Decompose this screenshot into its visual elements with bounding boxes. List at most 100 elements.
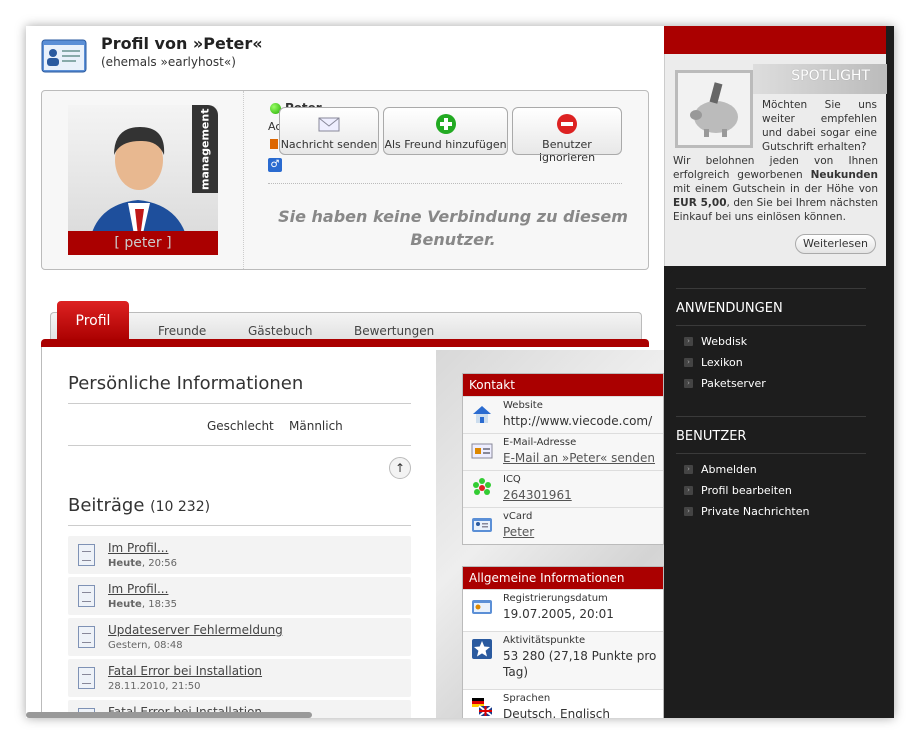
contact-email-row: E-Mail-Adresse E-Mail an »Peter« senden bbox=[463, 433, 663, 470]
divider bbox=[676, 453, 866, 454]
tab-profile[interactable]: Profil bbox=[57, 301, 129, 341]
spotlight-text-2: Wir belohnen jeden von Ihnen erfolgreich… bbox=[673, 155, 878, 223]
website-link[interactable]: http://www.viecode.com/ bbox=[503, 413, 663, 429]
registration-row: Registrierungsdatum 19.07.2005, 20:01 bbox=[463, 589, 663, 631]
post-title-link[interactable]: Im Profil... bbox=[108, 582, 168, 596]
scroll-top-button[interactable]: ↑ bbox=[389, 457, 411, 479]
divider bbox=[676, 288, 866, 289]
divider bbox=[68, 525, 411, 526]
posts-title: Beiträge (10 232) bbox=[68, 495, 211, 516]
spotlight-text-1: Möchten Sie uns weiter empfehlen und dab… bbox=[762, 99, 877, 153]
bullet-icon: › bbox=[684, 507, 693, 516]
contact-title: Kontakt bbox=[463, 374, 663, 396]
post-title-link[interactable]: Fatal Error bei Installation bbox=[108, 664, 262, 678]
post-title-link[interactable]: Im Profil... bbox=[108, 541, 168, 555]
spotlight-title: SPOTLIGHT bbox=[791, 68, 870, 84]
activity-points-row: Aktivitätspunkte 53 280 (27,18 Punkte pr… bbox=[463, 631, 663, 689]
general-info-title: Allgemeine Informationen bbox=[463, 567, 663, 589]
star-icon bbox=[472, 639, 492, 659]
vcard-icon bbox=[472, 518, 492, 532]
main-content: Profil von »Peter« (ehemals »earlyhost«)… bbox=[26, 26, 664, 718]
post-item[interactable]: Updateserver Fehlermeldung Gestern, 08:4… bbox=[68, 618, 411, 656]
bullet-icon: › bbox=[684, 337, 693, 346]
piggy-bank-image bbox=[675, 70, 753, 148]
post-date: 28.11.2010, 21:50 bbox=[108, 681, 201, 692]
page-title: Profil von »Peter« bbox=[101, 34, 263, 53]
divider bbox=[68, 403, 411, 404]
bullet-icon: › bbox=[684, 486, 693, 495]
sidebar-item-private-messages[interactable]: › Private Nachrichten bbox=[684, 505, 810, 518]
browser-frame: Profil von »Peter« (ehemals »earlyhost«)… bbox=[26, 26, 894, 718]
languages: Deutsch, Englisch bbox=[503, 707, 610, 718]
add-friend-button[interactable]: Als Freund hinzufügen bbox=[383, 107, 508, 155]
sidebar: SPOTLIGHT Möchten Sie uns weiter empfehl… bbox=[664, 26, 894, 718]
divider bbox=[676, 416, 866, 417]
sidebar-item-logout[interactable]: › Abmelden bbox=[684, 463, 757, 476]
post-date: Heute, 20:56 bbox=[108, 558, 178, 569]
tab-bar: Freunde Gästebuch Bewertungen bbox=[50, 312, 642, 342]
sidebar-item-lexikon[interactable]: › Lexikon bbox=[684, 356, 743, 369]
horizontal-scrollbar[interactable] bbox=[26, 712, 312, 718]
registration-date: 19.07.2005, 20:01 bbox=[503, 607, 614, 621]
avatar-name: [ peter ] bbox=[68, 231, 218, 255]
ignore-user-button[interactable]: Benutzer ignorieren bbox=[512, 107, 622, 164]
page-subtitle: (ehemals »earlyhost«) bbox=[101, 55, 236, 69]
piggy-bank-icon bbox=[678, 73, 750, 145]
no-connection-text: Sie haben keine Verbindung zu diesem Ben… bbox=[278, 207, 628, 249]
contact-website-row: Website http://www.viecode.com/ bbox=[463, 396, 663, 433]
divider bbox=[243, 91, 244, 269]
post-item[interactable]: Fatal Error bei Installation 28.11.2010,… bbox=[68, 659, 411, 697]
plus-icon bbox=[435, 114, 456, 134]
tab-ratings[interactable]: Bewertungen bbox=[354, 324, 434, 338]
sidebar-item-paketserver[interactable]: › Paketserver bbox=[684, 377, 766, 390]
minus-icon bbox=[557, 114, 577, 134]
post-item[interactable]: Im Profil... Heute, 18:35 bbox=[68, 577, 411, 615]
divider bbox=[676, 325, 866, 326]
profile-card-icon bbox=[41, 39, 87, 73]
bullet-icon: › bbox=[684, 379, 693, 388]
email-card-icon bbox=[471, 443, 493, 459]
posts-count: (10 232) bbox=[150, 499, 211, 515]
male-icon: ♂ bbox=[268, 158, 282, 172]
document-icon bbox=[78, 544, 95, 566]
document-icon bbox=[78, 585, 95, 607]
post-item[interactable]: Im Profil... Heute, 20:56 bbox=[68, 536, 411, 574]
bullet-icon: › bbox=[684, 358, 693, 367]
document-icon bbox=[78, 667, 95, 689]
avatar[interactable]: management [ peter ] bbox=[68, 105, 218, 255]
general-info-box: Allgemeine Informationen Registrierungsd… bbox=[462, 566, 664, 718]
tab-guestbook[interactable]: Gästebuch bbox=[248, 324, 312, 338]
apps-heading: ANWENDUNGEN bbox=[676, 301, 783, 316]
flag-icon bbox=[270, 139, 278, 149]
profile-box: management [ peter ] Peter Ac ♂ Nachrich… bbox=[41, 90, 649, 270]
avatar-tag: management bbox=[192, 105, 218, 193]
bullet-icon: › bbox=[684, 465, 693, 474]
languages-row: Sprachen Deutsch, Englisch bbox=[463, 689, 663, 718]
envelope-icon bbox=[318, 117, 340, 132]
send-message-button[interactable]: Nachricht senden bbox=[279, 107, 379, 155]
email-link[interactable]: E-Mail an »Peter« senden bbox=[503, 450, 663, 466]
vcard-link[interactable]: Peter bbox=[503, 524, 663, 540]
document-icon bbox=[78, 626, 95, 648]
tab-underline bbox=[41, 339, 649, 347]
icq-flower-icon bbox=[473, 478, 491, 495]
home-icon bbox=[473, 406, 491, 423]
read-more-button[interactable]: Weiterlesen bbox=[795, 234, 876, 254]
registration-card-icon bbox=[472, 600, 492, 614]
language-flags-icon bbox=[472, 698, 493, 717]
icq-link[interactable]: 264301961 bbox=[503, 487, 663, 503]
sidebar-curve bbox=[664, 266, 894, 288]
post-date: Gestern, 08:48 bbox=[108, 640, 183, 651]
personal-info-title: Persönliche Informationen bbox=[68, 373, 304, 394]
contact-box: Kontakt Website http://www.viecode.com/ … bbox=[462, 373, 664, 545]
sidebar-item-webdisk[interactable]: › Webdisk bbox=[684, 335, 747, 348]
contact-vcard-row: vCard Peter bbox=[463, 507, 663, 544]
tab-friends[interactable]: Freunde bbox=[158, 324, 206, 338]
divider bbox=[68, 445, 411, 446]
sidebar-item-edit-profile[interactable]: › Profil bearbeiten bbox=[684, 484, 792, 497]
sidebar-top-bar bbox=[664, 26, 886, 54]
divider bbox=[268, 183, 622, 184]
post-date: Heute, 18:35 bbox=[108, 599, 178, 610]
spotlight-box: SPOTLIGHT Möchten Sie uns weiter empfehl… bbox=[664, 54, 887, 266]
post-title-link[interactable]: Updateserver Fehlermeldung bbox=[108, 623, 283, 637]
